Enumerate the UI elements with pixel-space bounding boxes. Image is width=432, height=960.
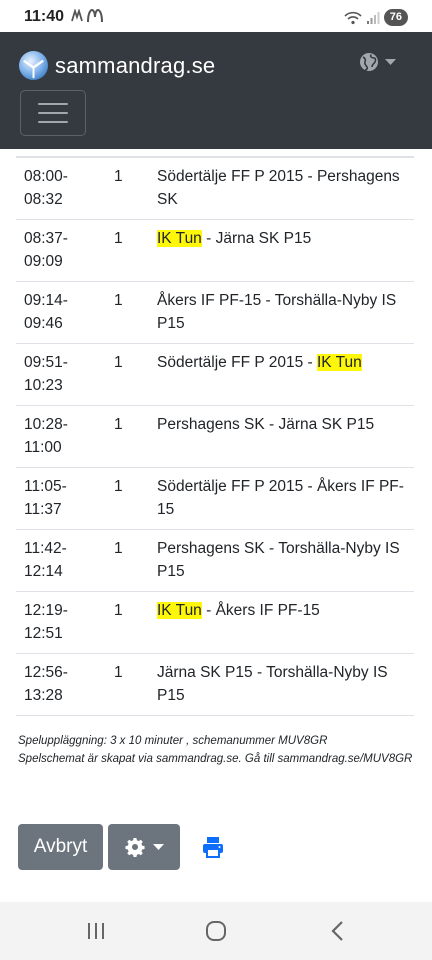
match-field: 1 (106, 281, 149, 344)
match-text: Åkers IF PF-15 - Torshälla-Nyby IS P15 (157, 292, 397, 332)
schedule-row: 11:05- 11:37 1 Södertälje FF P 2015 - Åkers… (16, 467, 414, 530)
match-teams: Södertälje FF P 2015 - Åkers IF PF-15 (149, 467, 414, 530)
match-text: Järna SK P15 - Torshälla-Nyby IS P15 (157, 664, 388, 704)
match-teams: Södertälje FF P 2015 - Pershagens SK (149, 158, 414, 220)
hamburger-icon (38, 103, 68, 105)
status-notification-icons (70, 9, 103, 23)
print-button[interactable] (201, 835, 225, 859)
match-time: 12:19- 12:51 (16, 591, 106, 654)
notes-created-via: Spelschemat är skapat via sammandrag.se.… (18, 752, 413, 765)
schedule-row: 09:51- 10:23 1 Södertälje FF P 2015 - IK Tu… (16, 343, 414, 406)
mcdonalds-icon (87, 9, 103, 23)
action-buttons: Avbryt (18, 824, 225, 870)
gear-icon (124, 838, 145, 857)
signal-icon (366, 11, 380, 24)
match-teams: IK Tun - Järna SK P15 (149, 219, 414, 282)
status-time: 11:40 (24, 8, 65, 25)
match-field: 1 (106, 343, 149, 406)
caret-down-icon (152, 843, 164, 850)
schedule-table-container: 08:00- 08:32 1 Södertälje FF P 2015 - Persh… (16, 149, 414, 716)
match-field: 1 (106, 653, 149, 716)
match-time: 12:56- 13:28 (16, 653, 106, 716)
brand-link[interactable]: sammandrag.se (18, 50, 215, 81)
match-teams: Södertälje FF P 2015 - IK Tun (149, 343, 414, 406)
schedule-table: 08:00- 08:32 1 Södertälje FF P 2015 - Persh… (16, 158, 414, 716)
match-field: 1 (106, 405, 149, 468)
match-text: Södertälje FF P 2015 - Pershagens SK (157, 168, 400, 208)
schedule-row: 12:19- 12:51 1 IK Tun - Åkers IF PF-15 (16, 591, 414, 654)
match-time: 09:14- 09:46 (16, 281, 106, 344)
match-text: Södertälje FF P 2015 - (157, 354, 317, 371)
match-time: 11:05- 11:37 (16, 467, 106, 530)
brand-icon-1 (71, 9, 83, 22)
match-time: 09:51- 10:23 (16, 343, 106, 406)
status-system-icons: 76 (344, 9, 408, 26)
status-bar: 11:40 76 (0, 0, 432, 32)
schedule-notes: Speluppläggning: 3 x 10 minuter , schema… (18, 733, 418, 768)
globe-icon (360, 53, 378, 71)
android-navigation-bar (0, 902, 432, 960)
schedule-row: 08:00- 08:32 1 Södertälje FF P 2015 - Persh… (16, 158, 414, 220)
match-field: 1 (106, 591, 149, 654)
highlighted-team: IK Tun (157, 230, 202, 247)
match-teams: Järna SK P15 - Torshälla-Nyby IS P15 (149, 653, 414, 716)
match-teams: Åkers IF PF-15 - Torshälla-Nyby IS P15 (149, 281, 414, 344)
match-time: 10:28- 11:00 (16, 405, 106, 468)
language-dropdown[interactable] (359, 52, 396, 72)
match-field: 1 (106, 467, 149, 530)
match-text: Pershagens SK - Järna SK P15 (157, 416, 375, 433)
settings-dropdown-button[interactable] (108, 824, 180, 870)
wifi-icon (344, 11, 362, 24)
brand-name: sammandrag.se (55, 52, 216, 78)
match-field: 1 (106, 158, 149, 220)
hamburger-menu-button[interactable] (20, 90, 86, 136)
match-field: 1 (106, 219, 149, 282)
notes-game-format: Speluppläggning: 3 x 10 minuter , schema… (18, 735, 328, 747)
navbar: sammandrag.se (0, 32, 432, 149)
match-teams: Pershagens SK - Järna SK P15 (149, 405, 414, 468)
match-time: 11:42- 12:14 (16, 529, 106, 592)
logo-icon (18, 50, 49, 81)
match-text: Pershagens SK - Torshälla-Nyby IS P15 (157, 540, 400, 580)
back-icon[interactable] (326, 919, 350, 943)
battery-icon: 76 (383, 9, 408, 26)
match-text: Södertälje FF P 2015 - Åkers IF PF-15 (157, 478, 404, 518)
highlighted-team: IK Tun (157, 602, 202, 619)
cancel-button[interactable]: Avbryt (18, 824, 103, 870)
schedule-row: 11:42- 12:14 1 Pershagens SK - Torshälla-Ny… (16, 529, 414, 592)
match-teams: Pershagens SK - Torshälla-Nyby IS P15 (149, 529, 414, 592)
match-field: 1 (106, 529, 149, 592)
recents-icon[interactable] (84, 919, 108, 943)
match-text: - Åkers IF PF-15 (201, 602, 320, 619)
highlighted-team: IK Tun (316, 354, 362, 371)
schedule-row: 08:37- 09:09 1 IK Tun - Järna SK P15 (16, 219, 414, 282)
match-teams: IK Tun - Åkers IF PF-15 (149, 591, 414, 654)
match-time: 08:37- 09:09 (16, 219, 106, 282)
match-time: 08:00- 08:32 (16, 158, 106, 220)
schedule-body: 08:00- 08:32 1 Södertälje FF P 2015 - Persh… (16, 158, 414, 716)
caret-down-icon (385, 58, 396, 65)
printer-icon (203, 837, 223, 858)
schedule-row: 10:28- 11:00 1 Pershagens SK - Järna SK P15 (16, 405, 414, 468)
schedule-row: 09:14- 09:46 1 Åkers IF PF-15 - Torshälla-N… (16, 281, 414, 344)
home-icon[interactable] (204, 919, 228, 943)
match-text: - Järna SK P15 (201, 230, 312, 247)
schedule-row: 12:56- 13:28 1 Järna SK P15 - Torshälla-Nyb… (16, 653, 414, 716)
